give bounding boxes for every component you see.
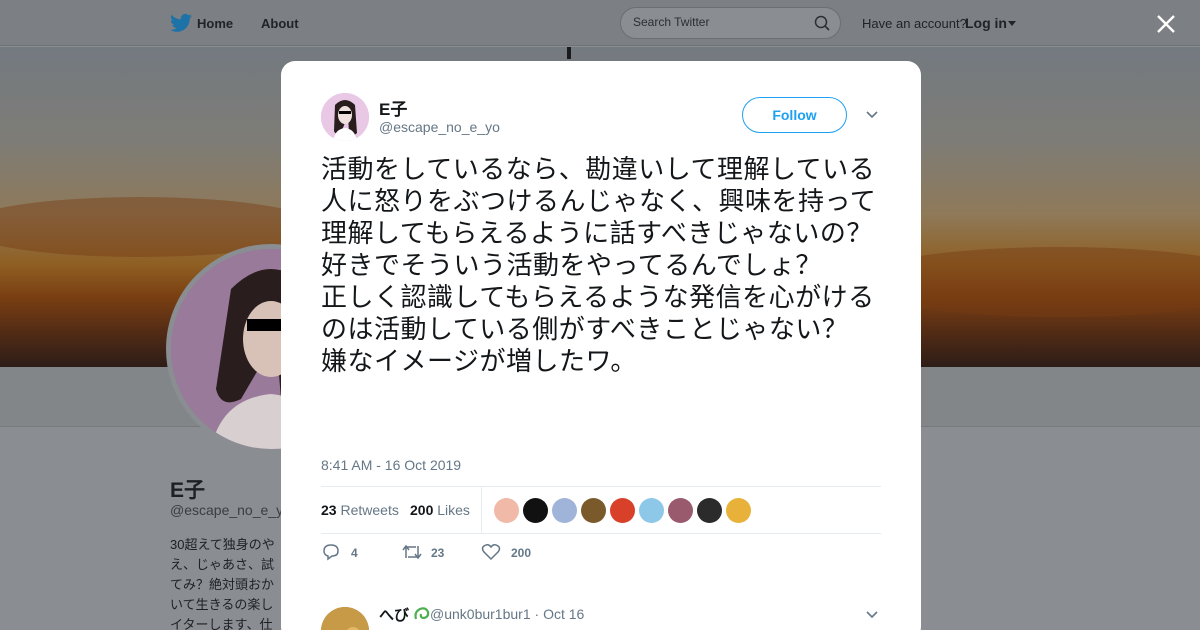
likes-count: 200 [410,502,434,518]
heart-icon [481,543,501,561]
reply-date[interactable]: · Oct 16 [535,606,585,622]
liker-avatar-1[interactable] [494,498,519,523]
liker-avatar-4[interactable] [581,498,606,523]
tweet-actions: 4 23 200 [321,543,881,567]
retweet-count: 23 [431,546,445,560]
woman-portrait-icon [321,93,369,141]
likes-label: Likes [437,502,470,518]
have-account-text: Have an account? [862,16,967,31]
liker-avatar-2[interactable] [523,498,548,523]
background-profile-bio: 30超えて独身のや え、じゃあさ、試 てみ？絶対頭おか いて生きるの楽し イター… [170,537,275,630]
tweet-text: 活動をしているなら、勘違いして理解している人に怒りをぶつけるんじゃなく、興味を持… [321,155,877,377]
author-handle[interactable]: @escape_no_e_yo [379,119,500,135]
twitter-bird-icon[interactable] [170,13,192,33]
reply-icon [323,544,339,561]
tweet-modal: E子 @escape_no_e_yo Follow 活動をしているなら、勘違いし… [281,61,921,630]
reply-avatar-image [321,607,369,630]
reply-author-avatar[interactable] [321,607,369,630]
reply-handle-text: @unk0bur1bur1 [430,606,531,622]
nav-about-link[interactable]: About [261,16,299,31]
retweet-icon [402,544,422,560]
retweets-label: Retweets [340,502,399,518]
author-name[interactable]: E子 [379,95,407,120]
background-profile-name: E子 [170,479,206,502]
author-avatar[interactable] [321,93,369,141]
reply-author-name-text: へび [379,607,410,624]
like-count: 200 [511,546,532,560]
tweet-timestamp[interactable]: 8:41 AM - 16 Oct 2019 [321,457,461,473]
reply-author-handle[interactable]: @unk0bur1bur1 · Oct 16 [430,606,584,622]
search-box[interactable] [620,7,841,39]
retweets-count: 23 [321,502,337,518]
chevron-down-icon[interactable] [1008,21,1016,26]
liker-avatar-9[interactable] [726,498,751,523]
tweet-stats: 23 Retweets 200 Likes [321,486,881,534]
chevron-down-icon[interactable] [865,609,879,621]
background-profile-handle: @escape_no_e_y [170,502,284,518]
liker-avatar-7[interactable] [668,498,693,523]
reply-author-name[interactable]: へび [379,604,431,625]
snake-emoji-icon [414,607,430,620]
close-icon[interactable] [1154,12,1178,36]
reply-tweet[interactable]: へび @unk0bur1bur1 · Oct 16 [321,601,881,630]
liker-avatar-5[interactable] [610,498,635,523]
liker-avatar-6[interactable] [639,498,664,523]
chevron-down-icon[interactable] [865,109,879,121]
likes-stat[interactable]: 200 Likes [410,502,470,518]
liker-avatar-8[interactable] [697,498,722,523]
nav-home-link[interactable]: Home [197,16,233,31]
search-input[interactable] [633,15,803,29]
top-navigation-bar: Home About Have an account? Log in [0,0,1200,46]
follow-button[interactable]: Follow [742,97,847,133]
liker-avatar-3[interactable] [552,498,577,523]
reply-count: 4 [351,546,358,560]
search-icon[interactable] [814,15,830,31]
stats-divider [481,487,482,534]
retweets-stat[interactable]: 23 Retweets [321,502,399,518]
login-link[interactable]: Log in [965,15,1007,31]
